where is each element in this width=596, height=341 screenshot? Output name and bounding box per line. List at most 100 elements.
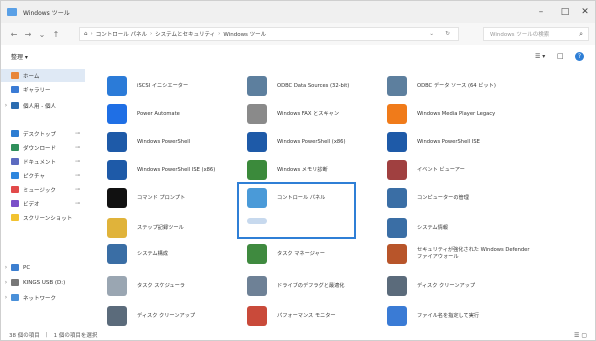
sidebar-item-label: ビデオ [23, 201, 40, 208]
recent-locations-chevron-icon[interactable]: ⌄ [35, 30, 49, 39]
back-arrow-icon[interactable]: ← [7, 30, 21, 39]
address-dropdown-icon[interactable]: ⌄ [429, 31, 434, 37]
tool-tile[interactable]: Windows PowerShell ISE (x86) [107, 157, 257, 183]
tool-label: Windows PowerShell ISE [417, 138, 480, 145]
pin-icon: ⊸ [75, 158, 81, 165]
pin-icon: ⊸ [75, 186, 81, 193]
expand-chevron-icon[interactable]: › [1, 102, 11, 109]
sidebar-item-label: ミュージック [23, 187, 56, 194]
item-count: 38 個の項目 [9, 333, 40, 339]
sidebar-item[interactable]: ホーム [1, 69, 85, 82]
forward-arrow-icon[interactable]: → [21, 30, 35, 39]
tool-tile[interactable]: iSCSI イニシエーター [107, 73, 257, 99]
tool-label: Windows Media Player Legacy [417, 110, 496, 117]
event-viewer-icon [387, 160, 407, 180]
sidebar-item[interactable]: ギャラリー [1, 83, 51, 96]
sidebar-item[interactable]: ダウンロード ⊸ [1, 141, 80, 154]
tool-tile[interactable]: Windows メモリ診断 [247, 157, 397, 183]
sidebar-item[interactable]: ドキュメント ⊸ [1, 155, 80, 168]
sidebar-item[interactable]: › KINGS USB (D:) [1, 276, 65, 289]
tool-label: ODBC データ ソース (64 ビット) [417, 82, 496, 89]
tool-tile[interactable]: コマンド プロンプト [107, 185, 257, 211]
sidebar-item-label: ダウンロード [23, 145, 57, 152]
tool-tile[interactable]: Power Automate [107, 101, 257, 127]
tool-tile[interactable]: ドライブのデフラグと最適化 [247, 273, 397, 299]
tool-tile[interactable]: ディスク クリーンアップ [107, 303, 257, 329]
help-icon[interactable]: ? [575, 51, 584, 61]
sidebar-item[interactable]: スクリーンショット [1, 211, 72, 224]
sidebar-item[interactable]: ピクチャ ⊸ [1, 169, 80, 182]
home-icon[interactable]: ⌂ [84, 31, 88, 37]
tool-tile[interactable]: タスク マネージャー [247, 241, 397, 267]
expand-chevron-icon[interactable]: › [1, 294, 11, 301]
fax-scan-icon [247, 104, 267, 124]
navigation-pane: ホーム ギャラリー › 個人用 - 個人 デスクトップ ⊸ ダウンロード ⊸ ドキュメント ⊸ ピク… [1, 67, 87, 329]
tool-label: Windows PowerShell ISE (x86) [137, 166, 216, 173]
tool-tile[interactable]: Windows Media Player Legacy [387, 101, 537, 127]
breadcrumb-system-security[interactable]: システムとセキュリティ [155, 30, 215, 38]
sidebar-item[interactable]: ビデオ ⊸ [1, 197, 80, 210]
search-icon[interactable]: ⌕ [579, 30, 583, 39]
expand-chevron-icon[interactable]: › [1, 279, 11, 286]
sidebar-item[interactable]: › PC [1, 261, 30, 274]
folder-icon [11, 200, 19, 207]
tool-tile[interactable]: ステップ記録ツール [107, 215, 257, 241]
up-arrow-icon[interactable]: ↑ [49, 30, 63, 39]
folder-icon [11, 102, 19, 109]
tool-tile[interactable]: ファイル名を指定して実行 [387, 303, 537, 329]
view-options-icon[interactable]: ☰ ▾ [535, 53, 545, 60]
sidebar-item-label: スクリーンショット [23, 215, 73, 222]
expand-chevron-icon[interactable]: › [1, 264, 11, 271]
minimize-button[interactable]: – [528, 1, 554, 23]
tool-tile[interactable]: タスク スケジューラ [107, 273, 257, 299]
tool-tile[interactable]: ODBC データ ソース (64 ビット) [387, 73, 537, 99]
view-toggle-icons[interactable]: ☰ ▢ [574, 332, 587, 339]
title-bar: Windows ツール – □ ✕ [1, 1, 595, 23]
breadcrumb-control-panel[interactable]: コントロール パネル [96, 30, 147, 38]
tool-tile[interactable]: Windows PowerShell ISE [387, 129, 537, 155]
folder-icon [11, 130, 19, 137]
sidebar-item[interactable]: ミュージック ⊸ [1, 183, 80, 196]
folder-icon [11, 294, 19, 301]
sidebar-item[interactable]: デスクトップ ⊸ [1, 127, 80, 140]
sidebar-item[interactable]: › ネットワーク [1, 291, 56, 304]
tool-tile[interactable]: Windows FAX とスキャン [247, 101, 397, 127]
sidebar-item-label: KINGS USB (D:) [23, 279, 66, 286]
tool-label: コンピューターの管理 [417, 194, 469, 201]
search-input[interactable]: Windows ツールの検索 ⌕ [483, 27, 589, 41]
tool-label: コマンド プロンプト [137, 194, 186, 201]
sidebar-item-label: PC [23, 264, 31, 271]
organize-menu[interactable]: 整理 ▾ [11, 52, 28, 61]
refresh-icon[interactable]: ↻ [445, 31, 450, 37]
tool-tile[interactable]: Windows PowerShell [107, 129, 257, 155]
tool-label: セキュリティが強化された Windows Defender ファイアウォール [417, 247, 530, 260]
tool-tile[interactable]: イベント ビューアー [387, 157, 537, 183]
powershell-x86-icon [247, 132, 267, 152]
tool-tile[interactable]: ディスク クリーンアップ [387, 273, 537, 299]
tool-tile[interactable]: ODBC Data Sources (32-bit) [247, 73, 397, 99]
pin-icon: ⊸ [75, 172, 81, 179]
explorer-window: Windows ツール – □ ✕ ← → ⌄ ↑ ⌂ › コントロール パネル… [0, 0, 596, 341]
breadcrumb-windows-tools[interactable]: Windows ツール [223, 30, 266, 38]
tool-tile[interactable]: コンピューターの管理 [387, 185, 537, 211]
tool-label: タスク スケジューラ [137, 282, 185, 289]
close-button[interactable]: ✕ [572, 1, 596, 23]
firewall-icon [387, 244, 407, 264]
folder-icon [11, 144, 19, 151]
breadcrumb[interactable]: ⌂ › コントロール パネル › システムとセキュリティ › Windows ツ… [79, 27, 459, 41]
tool-tile[interactable]: システム構成 [107, 241, 257, 267]
sidebar-item-label: ネットワーク [23, 295, 57, 302]
system-config-icon [107, 244, 127, 264]
tool-label: パフォーマンス モニター [277, 312, 336, 319]
selected-count: 1 個の項目を選択 [53, 333, 98, 339]
tool-label: iSCSI イニシエーター [137, 82, 189, 89]
tool-tile[interactable]: セキュリティが強化された Windows Defender ファイアウォール [387, 241, 537, 267]
computer-management-icon [387, 188, 407, 208]
task-scheduler-icon [107, 276, 127, 296]
tool-tile[interactable]: Windows PowerShell (x86) [247, 129, 397, 155]
tool-label: ドライブのデフラグと最適化 [277, 282, 345, 289]
tool-tile[interactable]: システム情報 [387, 215, 537, 241]
preview-pane-icon[interactable]: □ [557, 52, 564, 60]
tool-tile[interactable]: パフォーマンス モニター [247, 303, 397, 329]
sidebar-item[interactable]: › 個人用 - 個人 [1, 99, 56, 112]
